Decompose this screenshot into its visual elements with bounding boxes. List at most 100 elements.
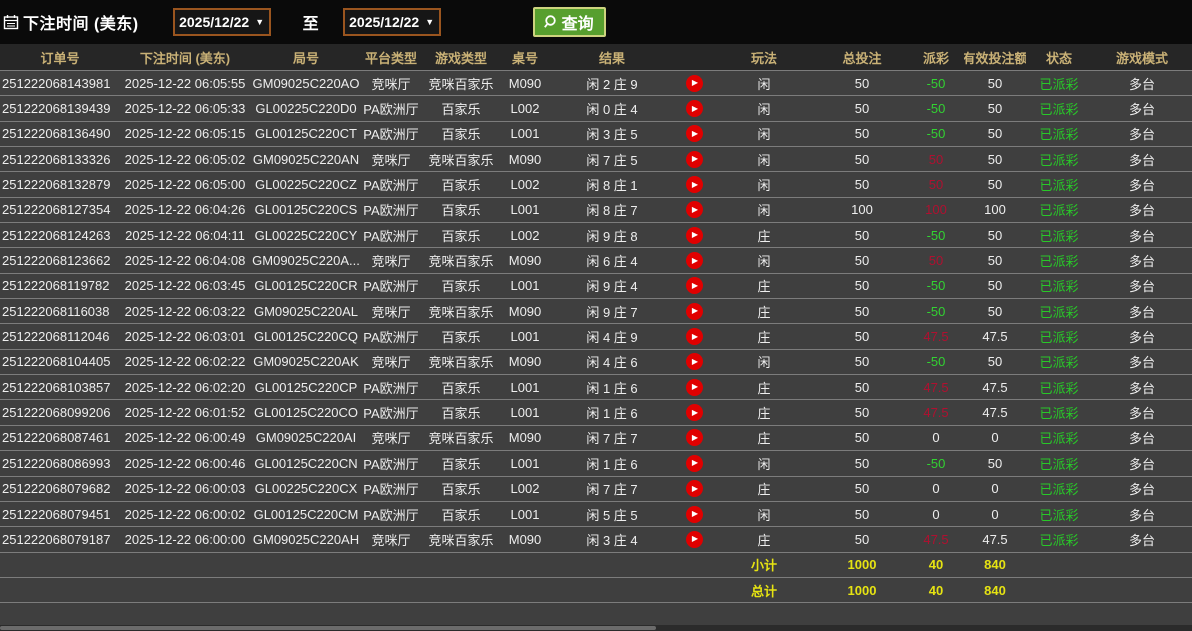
replay-cell: ▶ — [676, 274, 712, 298]
empty-cell — [1092, 553, 1192, 577]
video-replay-icon[interactable]: ▶ — [685, 150, 703, 168]
table-number: M090 — [508, 253, 542, 269]
date-from-picker[interactable]: 2025/12/22 ▼ — [172, 8, 271, 36]
bet-play-type: 庄 — [757, 406, 771, 422]
video-replay-icon[interactable]: ▶ — [685, 429, 703, 447]
game-result: 闲 7 庄 5 — [586, 152, 638, 168]
video-replay-icon[interactable]: ▶ — [685, 302, 703, 320]
bet-time: 2025-12-22 06:03:22 — [124, 303, 246, 319]
bet-time: 2025-12-22 06:00:00 — [124, 531, 246, 547]
bet-time: 2025-12-22 06:00:03 — [124, 481, 246, 497]
game-type: 竞咪百家乐 — [428, 532, 494, 548]
video-replay-icon[interactable]: ▶ — [685, 277, 703, 295]
video-replay-icon[interactable]: ▶ — [685, 201, 703, 219]
video-replay-icon[interactable]: ▶ — [685, 353, 703, 371]
scrollbar-thumb[interactable] — [0, 626, 656, 630]
game-type: 百家乐 — [441, 482, 481, 498]
video-replay-icon[interactable]: ▶ — [685, 530, 703, 548]
round-number: GL00125C220CM — [253, 506, 359, 522]
bet-time: 2025-12-22 06:04:08 — [124, 253, 246, 269]
table-number: M090 — [508, 531, 542, 547]
payout-amount: -50 — [926, 455, 946, 471]
order-number: 251222068112046 — [2, 329, 110, 345]
bet-play-type: 庄 — [757, 532, 771, 548]
replay-cell: ▶ — [676, 198, 712, 222]
table-row: 251222068104405 2025-12-22 06:02:22 GM0902… — [0, 348, 1192, 375]
order-number: 251222068132879 — [2, 177, 111, 193]
round-number: GL00125C220CT — [255, 126, 357, 142]
horizontal-scrollbar[interactable] — [0, 625, 1192, 631]
col-header-payout: 派彩 — [922, 50, 949, 66]
table-row: 251222068103857 2025-12-22 06:02:20 GL0012… — [0, 374, 1192, 400]
col-header-round: 局号 — [292, 50, 319, 66]
replay-cell: ▶ — [676, 502, 712, 526]
status-label: 已派彩 — [1039, 76, 1079, 92]
table-row: 251222068116038 2025-12-22 06:03:22 GM0902… — [0, 298, 1192, 324]
video-replay-icon[interactable]: ▶ — [685, 100, 703, 118]
game-mode: 多台 — [1128, 456, 1155, 472]
game-result: 闲 1 庄 6 — [586, 380, 638, 396]
bet-time: 2025-12-22 06:05:15 — [124, 126, 246, 142]
platform-type: 竞咪厅 — [371, 532, 411, 548]
replay-cell: ▶ — [676, 147, 712, 171]
bet-time: 2025-12-22 06:04:11 — [125, 227, 245, 243]
game-type: 竞咪百家乐 — [428, 431, 494, 447]
game-type: 百家乐 — [441, 406, 481, 422]
payout-amount: -50 — [926, 278, 946, 294]
video-replay-icon[interactable]: ▶ — [685, 252, 703, 270]
game-result: 闲 7 庄 7 — [586, 431, 638, 447]
order-number: 251222068079682 — [2, 481, 111, 497]
round-number: GM09025C220A... — [252, 253, 360, 269]
video-replay-icon[interactable]: ▶ — [685, 505, 703, 523]
video-replay-icon[interactable]: ▶ — [685, 454, 703, 472]
platform-type: PA欧洲厅 — [363, 203, 419, 219]
video-replay-icon[interactable]: ▶ — [685, 328, 703, 346]
col-header-status: 状态 — [1045, 50, 1072, 66]
video-replay-icon[interactable]: ▶ — [685, 125, 703, 143]
grand-total-row: 总计 1000 40 840 — [0, 576, 1192, 603]
table-row: 251222068086993 2025-12-22 06:00:46 GL0012… — [0, 450, 1192, 476]
date-to-picker[interactable]: 2025/12/22 ▼ — [342, 8, 441, 36]
bet-time: 2025-12-22 06:00:49 — [124, 430, 246, 446]
valid-bet-amount: 50 — [987, 227, 1003, 243]
col-header-order: 订单号 — [40, 50, 80, 66]
video-replay-icon[interactable]: ▶ — [685, 176, 703, 194]
round-number: GM09025C220AL — [253, 303, 359, 319]
bet-play-type: 闲 — [757, 76, 771, 92]
total-bet: 50 — [854, 177, 870, 193]
video-replay-icon[interactable]: ▶ — [685, 480, 703, 498]
total-bet: 50 — [854, 379, 870, 395]
total-bet: 50 — [854, 455, 870, 471]
video-replay-icon[interactable]: ▶ — [685, 74, 703, 92]
game-type: 百家乐 — [441, 102, 481, 118]
query-button[interactable]: 查询 — [532, 7, 606, 37]
col-header-valid-bet: 有效投注额 — [964, 50, 1026, 66]
game-mode: 多台 — [1128, 355, 1155, 371]
replay-cell: ▶ — [676, 426, 712, 450]
bet-time: 2025-12-22 06:04:26 — [124, 202, 246, 218]
video-replay-icon[interactable]: ▶ — [685, 226, 703, 244]
payout-amount: 47.5 — [923, 531, 949, 547]
betting-records-page: 下注时间 (美东) 2025/12/22 ▼ 至 2025/12/22 ▼ 查询… — [0, 0, 1192, 631]
total-bet: 50 — [854, 278, 870, 294]
bet-time: 2025-12-22 06:05:02 — [124, 151, 246, 167]
status-label: 已派彩 — [1039, 456, 1079, 472]
table-number: L002 — [510, 177, 540, 193]
status-label: 已派彩 — [1039, 102, 1079, 118]
table-row: 251222068132879 2025-12-22 06:05:00 GL0022… — [0, 171, 1192, 197]
table-number: M090 — [508, 430, 542, 446]
total-bet: 50 — [854, 329, 870, 345]
valid-bet-amount: 0 — [991, 481, 999, 497]
platform-type: PA欧洲厅 — [363, 406, 419, 422]
table-row: 251222068127354 2025-12-22 06:04:26 GL0012… — [0, 196, 1192, 223]
replay-cell: ▶ — [676, 375, 712, 399]
empty-cell — [502, 578, 548, 602]
payout-amount: 47.5 — [923, 379, 949, 395]
video-replay-icon[interactable]: ▶ — [685, 404, 703, 422]
video-replay-icon[interactable]: ▶ — [685, 378, 703, 396]
game-mode: 多台 — [1128, 76, 1155, 92]
payout-amount: 47.5 — [923, 405, 949, 421]
round-number: GL00125C220CN — [254, 455, 358, 471]
replay-cell: ▶ — [676, 248, 712, 272]
empty-cell — [120, 578, 250, 602]
